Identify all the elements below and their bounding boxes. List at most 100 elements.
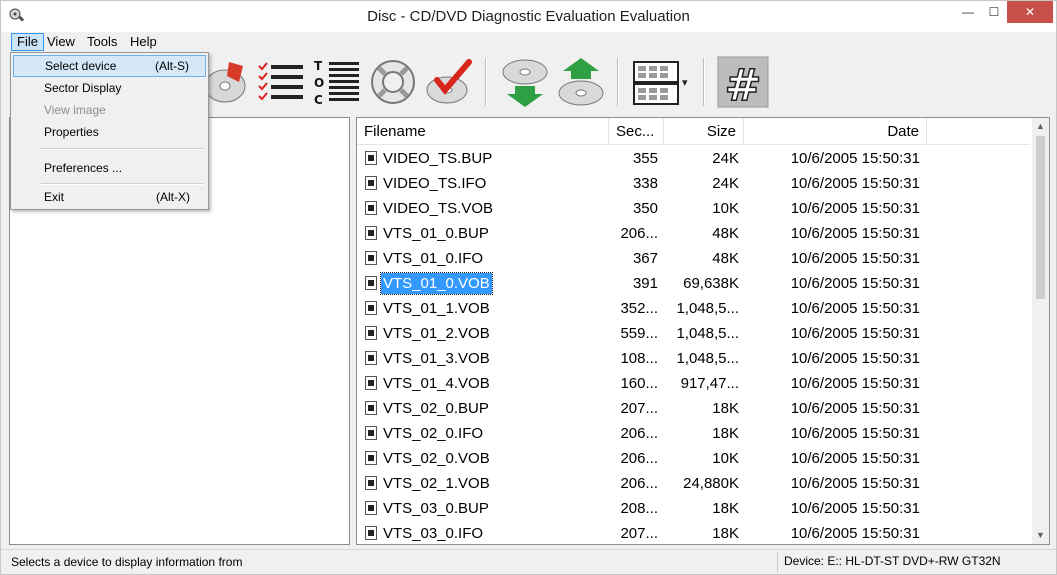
cell-date: 10/6/2005 15:50:31 [790,350,920,367]
maximize-button[interactable]: ☐ [980,1,1008,23]
toolbar-separator [485,58,487,106]
column-header-date[interactable]: Date [744,118,927,145]
cell-size: 1,048,5... [676,350,739,367]
file-icon [365,176,377,190]
menu-item-exit[interactable]: Exit (Alt-X) [13,186,206,208]
file-icon [365,276,377,290]
table-row[interactable]: VTS_01_0.BUP 206... 48K 10/6/2005 15:50:31 [357,221,1030,246]
cell-date: 10/6/2005 15:50:31 [790,425,920,442]
cell-filename: VIDEO_TS.VOB [383,200,494,217]
cell-filename: VTS_03_0.BUP [383,500,489,517]
table-row[interactable]: VIDEO_TS.BUP 355 24K 10/6/2005 15:50:31 [357,146,1030,171]
cell-size: 24K [712,175,739,192]
file-icon [365,251,377,265]
table-row[interactable]: VTS_01_4.VOB 160... 917,47... 10/6/2005 15:… [357,371,1030,396]
cell-sector: 208... [620,500,658,517]
lifebuoy-icon[interactable] [367,56,419,108]
table-row[interactable]: VTS_02_0.BUP 207... 18K 10/6/2005 15:50:31 [357,396,1030,421]
cell-filename: VTS_01_1.VOB [383,300,490,317]
cell-size: 10K [712,200,739,217]
hash-icon[interactable]: # [717,56,769,108]
menu-help[interactable]: Help [125,33,162,51]
menu-item-shortcut: (Alt-S) [155,59,189,73]
table-row[interactable]: VTS_03_0.BUP 208... 18K 10/6/2005 15:50:31 [357,496,1030,521]
file-icon [365,526,377,540]
file-icon [365,351,377,365]
cell-filename: VTS_02_1.VOB [383,475,490,492]
cell-date: 10/6/2005 15:50:31 [790,475,920,492]
table-row[interactable]: VTS_01_0.VOB 391 69,638K 10/6/2005 15:50:31 [357,271,1030,296]
table-row[interactable]: VTS_01_2.VOB 559... 1,048,5... 10/6/2005 15… [357,321,1030,346]
table-row[interactable]: VTS_01_0.IFO 367 48K 10/6/2005 15:50:31 [357,246,1030,271]
menu-file[interactable]: File [11,33,44,51]
cell-size: 24,880K [683,475,739,492]
cell-filename: VTS_01_0.VOB [380,272,493,295]
chevron-down-icon[interactable]: ▾ [682,76,688,89]
file-icon [365,476,377,490]
scroll-up-button[interactable]: ▲ [1032,118,1049,135]
table-row[interactable]: VTS_02_1.VOB 206... 24,880K 10/6/2005 15:50… [357,471,1030,496]
cell-filename: VTS_02_0.VOB [383,450,490,467]
toolbar-separator [703,58,705,106]
cell-date: 10/6/2005 15:50:31 [790,175,920,192]
table-row[interactable]: VTS_02_0.VOB 206... 10K 10/6/2005 15:50:31 [357,446,1030,471]
cell-size: 18K [712,500,739,517]
status-device: Device: E:: HL-DT-ST DVD+-RW GT32N [777,552,1049,572]
copy-up-icon[interactable] [555,56,607,108]
cell-sector: 206... [620,425,658,442]
table-row[interactable]: VTS_01_3.VOB 108... 1,048,5... 10/6/2005 15… [357,346,1030,371]
check-disc-icon[interactable] [423,56,475,108]
grid-view-icon[interactable]: ▾ [631,56,693,108]
cell-sector: 206... [620,450,658,467]
column-header-sector[interactable]: Sec... [609,118,664,145]
menu-item-label: Exit [44,190,65,204]
cell-date: 10/6/2005 15:50:31 [790,400,920,417]
cell-size: 1,048,5... [676,300,739,317]
menu-separator [41,148,204,150]
menu-item-shortcut: (Alt-X) [156,190,190,204]
copy-down-icon[interactable] [499,56,551,108]
column-header-filename[interactable]: Filename [357,118,609,145]
menu-tools[interactable]: Tools [82,33,122,51]
cell-filename: VTS_01_4.VOB [383,375,490,392]
table-row[interactable]: VTS_02_0.IFO 206... 18K 10/6/2005 15:50:31 [357,421,1030,446]
table-row[interactable]: VTS_01_1.VOB 352... 1,048,5... 10/6/2005 15… [357,296,1030,321]
menu-item-label: Sector Display [44,81,122,95]
vertical-scrollbar[interactable]: ▲ ▼ [1032,118,1049,544]
menu-item-properties[interactable]: Properties [13,121,206,143]
cell-size: 24K [712,150,739,167]
scroll-thumb[interactable] [1036,136,1045,299]
status-bar: Selects a device to display information … [1,549,1056,574]
cell-sector: 355 [632,150,658,167]
cell-date: 10/6/2005 15:50:31 [790,275,920,292]
checklist-icon[interactable] [255,56,307,108]
file-icon [365,376,377,390]
scroll-down-button[interactable]: ▼ [1032,527,1049,544]
file-rows: VIDEO_TS.BUP 355 24K 10/6/2005 15:50:31 VIDE… [357,146,1030,544]
cell-size: 18K [712,425,739,442]
table-row[interactable]: VIDEO_TS.IFO 338 24K 10/6/2005 15:50:31 [357,171,1030,196]
title-bar: Disc - CD/DVD Diagnostic Evaluation Eval… [1,1,1056,32]
minimize-button[interactable]: — [954,1,982,23]
cell-date: 10/6/2005 15:50:31 [790,200,920,217]
toc-icon[interactable]: T O C [311,56,363,108]
menu-item-label: View image [44,103,106,117]
cell-filename: VTS_01_0.BUP [383,225,489,242]
menu-item-sector-display[interactable]: Sector Display [13,77,206,99]
file-list-pane[interactable]: Filename Sec... Size Date VIDEO_TS.BUP 35… [356,117,1050,545]
cell-date: 10/6/2005 15:50:31 [790,250,920,267]
close-button[interactable]: ✕ [1007,1,1053,23]
cell-filename: VIDEO_TS.BUP [383,150,493,167]
table-row[interactable]: VTS_03_0.IFO 207... 18K 10/6/2005 15:50:31 [357,521,1030,544]
cell-sector: 352... [620,300,658,317]
column-header-size[interactable]: Size [664,118,744,145]
table-row[interactable]: VIDEO_TS.VOB 350 10K 10/6/2005 15:50:31 [357,196,1030,221]
menu-item-label: Properties [44,125,99,139]
menu-view[interactable]: View [42,33,80,51]
menu-item-preferences[interactable]: Preferences ... [13,157,206,179]
cell-date: 10/6/2005 15:50:31 [790,375,920,392]
menu-item-select-device[interactable]: Select device (Alt-S) [13,55,206,77]
menu-bar: File View Tools Help [1,32,1056,52]
cell-filename: VTS_01_2.VOB [383,325,490,342]
file-icon [365,326,377,340]
